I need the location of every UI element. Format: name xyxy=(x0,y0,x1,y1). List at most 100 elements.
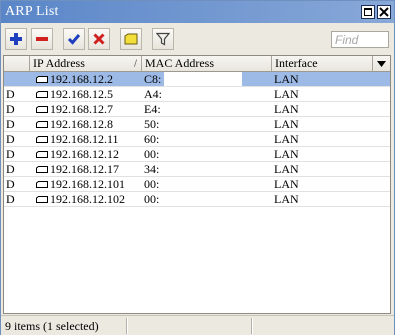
interface-cell: LAN xyxy=(274,162,299,176)
mac-address-cell: 34: xyxy=(144,162,160,176)
close-icon xyxy=(379,7,389,17)
address-tag-icon xyxy=(36,106,48,113)
row-flag: D xyxy=(6,147,15,161)
status-divider xyxy=(251,318,253,334)
table-row[interactable]: 192.168.12.2 C8: LAN xyxy=(4,72,390,87)
mac-address-cell: E4: xyxy=(144,102,161,116)
ip-address-cell: 192.168.12.7 xyxy=(34,102,140,116)
remove-button[interactable] xyxy=(31,28,53,50)
table-header: IP Address / MAC Address Interface xyxy=(4,56,390,72)
column-header-mac-address[interactable]: MAC Address xyxy=(142,56,272,71)
interface-cell: LAN xyxy=(274,102,299,116)
column-header-flags[interactable] xyxy=(4,56,30,71)
filter-icon xyxy=(156,32,170,46)
column-header-ip-label: IP Address xyxy=(33,56,85,70)
status-divider xyxy=(126,318,128,334)
ip-address-cell: 192.168.12.17 xyxy=(34,162,140,176)
interface-cell: LAN xyxy=(274,147,299,161)
mac-address-cell: C8: xyxy=(144,72,162,86)
address-tag-icon xyxy=(36,91,48,98)
ip-address-text: 192.168.12.2 xyxy=(50,72,113,86)
redaction-block xyxy=(164,177,242,191)
interface-cell: LAN xyxy=(274,117,299,131)
table-row[interactable]: D 192.168.12.11 60: LAN xyxy=(4,132,390,147)
redaction-block xyxy=(164,87,242,101)
row-flag: D xyxy=(6,177,15,191)
column-menu-button[interactable] xyxy=(373,56,390,71)
row-flag: D xyxy=(6,192,15,206)
column-header-interface[interactable]: Interface xyxy=(272,56,373,71)
status-bar: 9 items (1 selected) xyxy=(1,315,394,335)
redaction-block xyxy=(164,147,242,161)
row-flag: D xyxy=(6,132,15,146)
ip-address-cell: 192.168.12.5 xyxy=(34,87,140,101)
ip-address-cell: 192.168.12.2 xyxy=(34,72,140,86)
row-flag: D xyxy=(6,87,15,101)
add-button[interactable] xyxy=(5,28,27,50)
close-button[interactable] xyxy=(377,5,391,19)
ip-address-text: 192.168.12.17 xyxy=(50,162,119,176)
redaction-block xyxy=(164,102,242,116)
ip-address-cell: 192.168.12.12 xyxy=(34,147,140,161)
find-input[interactable] xyxy=(331,31,389,48)
plus-icon xyxy=(10,33,22,45)
address-tag-icon xyxy=(36,181,48,188)
ip-address-cell: 192.168.12.8 xyxy=(34,117,140,131)
ip-address-text: 192.168.12.12 xyxy=(50,147,119,161)
arp-table: IP Address / MAC Address Interface 192.1… xyxy=(3,55,391,314)
toolbar xyxy=(1,23,394,54)
mac-address-cell: 60: xyxy=(144,132,160,146)
mac-address-cell: 00: xyxy=(144,177,160,191)
redaction-block xyxy=(164,132,242,146)
interface-cell: LAN xyxy=(274,72,299,86)
mac-address-cell: 50: xyxy=(144,117,160,131)
minus-icon xyxy=(36,37,48,41)
x-icon xyxy=(93,33,105,45)
ip-address-text: 192.168.12.8 xyxy=(50,117,113,131)
column-header-ip-address[interactable]: IP Address / xyxy=(30,56,142,71)
maximize-button[interactable] xyxy=(361,5,375,19)
table-row[interactable]: D 192.168.12.12 00: LAN xyxy=(4,147,390,162)
redaction-block xyxy=(164,72,242,86)
table-row[interactable]: D 192.168.12.5 A4: LAN xyxy=(4,87,390,102)
filter-button[interactable] xyxy=(152,28,174,50)
table-row[interactable]: D 192.168.12.101 00: LAN xyxy=(4,177,390,192)
mac-address-cell: 00: xyxy=(144,147,160,161)
ip-address-cell: 192.168.12.101 xyxy=(34,177,140,191)
address-tag-icon xyxy=(36,166,48,173)
checkmark-icon xyxy=(67,34,81,45)
address-tag-icon xyxy=(36,76,48,83)
row-flag xyxy=(6,72,28,86)
table-row[interactable]: D 192.168.12.7 E4: LAN xyxy=(4,102,390,117)
redaction-block xyxy=(164,192,242,206)
address-tag-icon xyxy=(36,121,48,128)
ip-address-text: 192.168.12.101 xyxy=(50,177,125,191)
table-row[interactable]: D 192.168.12.8 50: LAN xyxy=(4,117,390,132)
address-tag-icon xyxy=(36,196,48,203)
interface-cell: LAN xyxy=(274,192,299,206)
address-tag-icon xyxy=(36,136,48,143)
ip-address-text: 192.168.12.5 xyxy=(50,87,113,101)
row-flag: D xyxy=(6,117,15,131)
row-flag: D xyxy=(6,162,15,176)
interface-cell: LAN xyxy=(274,177,299,191)
arp-list-window: ARP List Find IP Address / MAC Address I… xyxy=(0,0,395,335)
mac-address-cell: 00: xyxy=(144,192,160,206)
interface-cell: LAN xyxy=(274,87,299,101)
sort-indicator: / xyxy=(133,59,137,69)
disable-button[interactable] xyxy=(88,28,110,50)
redaction-block xyxy=(164,117,242,131)
comment-button[interactable] xyxy=(120,28,142,50)
status-text: 9 items (1 selected) xyxy=(5,319,99,333)
table-row[interactable]: D 192.168.12.102 00: LAN xyxy=(4,192,390,207)
redaction-block xyxy=(164,162,242,176)
interface-cell: LAN xyxy=(274,132,299,146)
ip-address-text: 192.168.12.7 xyxy=(50,102,113,116)
title-bar[interactable]: ARP List xyxy=(1,1,394,23)
enable-button[interactable] xyxy=(63,28,85,50)
chevron-down-icon xyxy=(377,60,386,67)
table-row[interactable]: D 192.168.12.17 34: LAN xyxy=(4,162,390,177)
row-flag: D xyxy=(6,102,15,116)
mac-address-cell: A4: xyxy=(144,87,162,101)
ip-address-text: 192.168.12.102 xyxy=(50,192,125,206)
